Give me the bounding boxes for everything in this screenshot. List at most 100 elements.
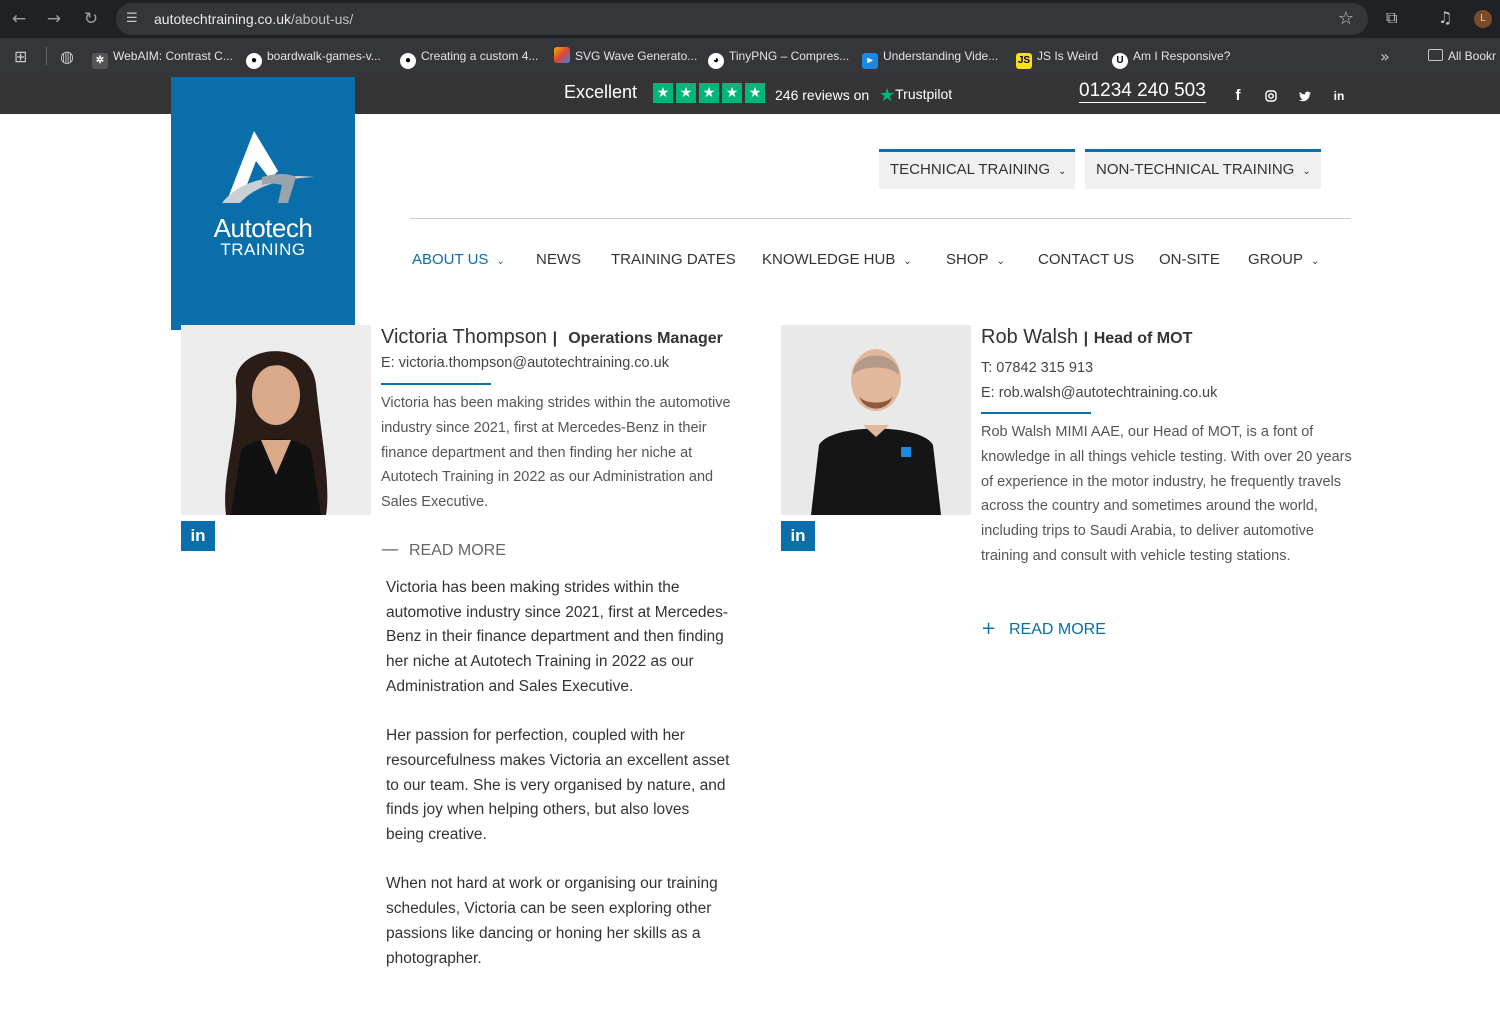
nav-knowledge-hub[interactable]: KNOWLEDGE HUB ⌄: [762, 251, 912, 268]
trustpilot-star-icon: ★: [879, 85, 896, 106]
bookmark-item[interactable]: ● Creating a custom 4...: [400, 47, 539, 69]
star-icon: ★: [676, 83, 696, 103]
nav-about-label: ABOUT US: [412, 251, 489, 268]
rob-underline: [981, 412, 1091, 414]
twitter-icon[interactable]: [1296, 87, 1314, 105]
non-technical-training-dropdown[interactable]: NON-TECHNICAL TRAINING ⌄: [1085, 149, 1321, 189]
victoria-role: Operations Manager: [568, 330, 723, 347]
back-arrow-icon[interactable]: ←: [8, 8, 30, 30]
bookmark-item[interactable]: ▸ Understanding Vide...: [862, 47, 999, 69]
nav-contact-us[interactable]: CONTACT US: [1038, 251, 1134, 268]
chevron-down-icon: ⌄: [903, 256, 912, 267]
victoria-read-more-toggle[interactable]: — READ MORE: [381, 539, 506, 560]
instagram-icon[interactable]: [1262, 87, 1280, 105]
bookmark-label: JS Is Weird: [1037, 49, 1099, 63]
bookmark-label: boardwalk-games-v...: [267, 49, 381, 63]
rob-read-more-toggle[interactable]: + READ MORE: [981, 618, 1106, 639]
victoria-summary: Victoria has been making strides within …: [381, 395, 731, 511]
bookmark-label: Creating a custom 4...: [421, 49, 539, 63]
bio-paragraph: When not hard at work or organising our …: [386, 875, 718, 967]
victoria-linkedin-button[interactable]: in: [181, 521, 215, 551]
chevron-down-icon: ⌄: [1302, 166, 1311, 177]
technical-training-dropdown[interactable]: TECHNICAL TRAINING ⌄: [879, 149, 1075, 189]
star-icon: ★: [722, 83, 742, 103]
nav-shop[interactable]: SHOP ⌄: [946, 251, 1005, 268]
url-path: /about-us/: [290, 11, 354, 27]
header-divider: [410, 218, 1351, 219]
browser-toolbar: ← → ↻ ☰ autotechtraining.co.uk/about-us/…: [0, 0, 1500, 38]
victoria-underline: [381, 383, 491, 385]
trustpilot-label: Trustpilot: [895, 86, 953, 102]
rob-name-heading: Rob Walsh | Head of MOT: [981, 326, 1192, 349]
nav-news[interactable]: NEWS: [536, 251, 581, 268]
site-settings-icon[interactable]: ☰: [126, 10, 144, 28]
profile-avatar[interactable]: L: [1474, 10, 1492, 28]
trustpilot-rating: Excellent: [564, 82, 638, 102]
nav-on-site[interactable]: ON-SITE: [1159, 251, 1220, 268]
bookmark-label: TinyPNG – Compres...: [729, 49, 850, 63]
media-controls-icon[interactable]: ♫: [1438, 8, 1452, 27]
bookmark-label: Understanding Vide...: [883, 49, 999, 63]
facebook-icon[interactable]: f: [1229, 87, 1247, 105]
bookmark-star-icon[interactable]: ☆: [1338, 8, 1354, 29]
more-bookmarks-icon[interactable]: »: [1380, 47, 1390, 66]
victoria-name: Victoria Thompson: [381, 326, 548, 348]
ui-favicon-icon: U: [1112, 53, 1128, 69]
rob-photo: [781, 325, 971, 515]
read-more-label: READ MORE: [1009, 621, 1106, 638]
star-icon: ★: [745, 83, 765, 103]
js-favicon-icon: JS: [1016, 53, 1032, 69]
all-bookmarks-label: All Bookr: [1448, 49, 1497, 63]
rob-summary: Rob Walsh MIMI AAE, our Head of MOT, is …: [981, 424, 1352, 564]
autotech-logo-icon: [222, 131, 314, 203]
rob-role: Head of MOT: [1093, 330, 1193, 347]
logo-line-2: TRAINING: [220, 240, 306, 259]
chevron-down-icon: ⌄: [496, 256, 505, 267]
victoria-expanded-bio: Victoria has been making strides within …: [386, 576, 731, 996]
bookmark-item[interactable]: ✲ WebAIM: Contrast C...: [92, 47, 233, 69]
victoria-email[interactable]: E: victoria.thompson@autotechtraining.co…: [381, 355, 669, 371]
extensions-icon[interactable]: ⧉: [1386, 8, 1397, 28]
site-logo[interactable]: Autotech TRAINING: [171, 77, 355, 330]
folder-icon: [1428, 49, 1443, 61]
chevron-down-icon: ⌄: [996, 256, 1005, 267]
svgwave-favicon-icon: [554, 47, 570, 63]
nav-training-dates[interactable]: TRAINING DATES: [611, 251, 736, 268]
technical-training-label: TECHNICAL TRAINING: [890, 161, 1051, 178]
github-favicon-icon: ●: [246, 53, 262, 69]
nav-shop-label: SHOP: [946, 251, 989, 268]
chevron-down-icon: ⌄: [1058, 166, 1067, 177]
bookmarks-divider: [46, 47, 47, 65]
apps-grid-icon[interactable]: ⊞: [14, 47, 27, 66]
bookmark-label: Am I Responsive?: [1133, 49, 1231, 63]
trustpilot-logo[interactable]: ★Trustpilot: [879, 85, 952, 106]
nav-about-us[interactable]: ABOUT US ⌄: [412, 251, 505, 268]
rob-email[interactable]: E: rob.walsh@autotechtraining.co.uk: [981, 385, 1217, 401]
linkedin-icon[interactable]: in: [1330, 87, 1348, 105]
star-icon: ★: [653, 83, 673, 103]
bookmark-item[interactable]: U Am I Responsive?: [1112, 47, 1231, 69]
trustpilot-reviews[interactable]: 246 reviews on: [775, 87, 869, 103]
address-bar[interactable]: ☰ autotechtraining.co.uk/about-us/ ☆: [116, 3, 1368, 35]
bookmark-item[interactable]: SVG Wave Generato...: [554, 47, 697, 65]
non-technical-training-label: NON-TECHNICAL TRAINING: [1096, 161, 1295, 178]
nav-group[interactable]: GROUP ⌄: [1248, 251, 1319, 268]
phone-link[interactable]: 01234 240 503: [1079, 80, 1206, 103]
name-role-separator: |: [552, 330, 558, 347]
globe-icon[interactable]: ◍: [60, 47, 74, 66]
rob-name: Rob Walsh: [981, 326, 1079, 348]
plus-icon: +: [981, 618, 997, 639]
bookmark-label: WebAIM: Contrast C...: [113, 49, 233, 63]
bookmark-item[interactable]: ● boardwalk-games-v...: [246, 47, 381, 69]
trustpilot-stars[interactable]: ★ ★ ★ ★ ★: [653, 83, 765, 103]
panda-favicon-icon: ◕: [708, 53, 724, 69]
reload-icon[interactable]: ↻: [80, 8, 102, 30]
rob-phone[interactable]: T: 07842 315 913: [981, 360, 1093, 376]
forward-arrow-icon[interactable]: →: [43, 8, 65, 30]
rob-linkedin-button[interactable]: in: [781, 521, 815, 551]
bookmark-label: SVG Wave Generato...: [575, 49, 698, 63]
bookmark-item[interactable]: ◕ TinyPNG – Compres...: [708, 47, 850, 69]
nav-knowledge-hub-label: KNOWLEDGE HUB: [762, 251, 896, 268]
all-bookmarks-folder[interactable]: All Bookr: [1428, 47, 1496, 65]
bookmark-item[interactable]: JS JS Is Weird: [1016, 47, 1099, 69]
